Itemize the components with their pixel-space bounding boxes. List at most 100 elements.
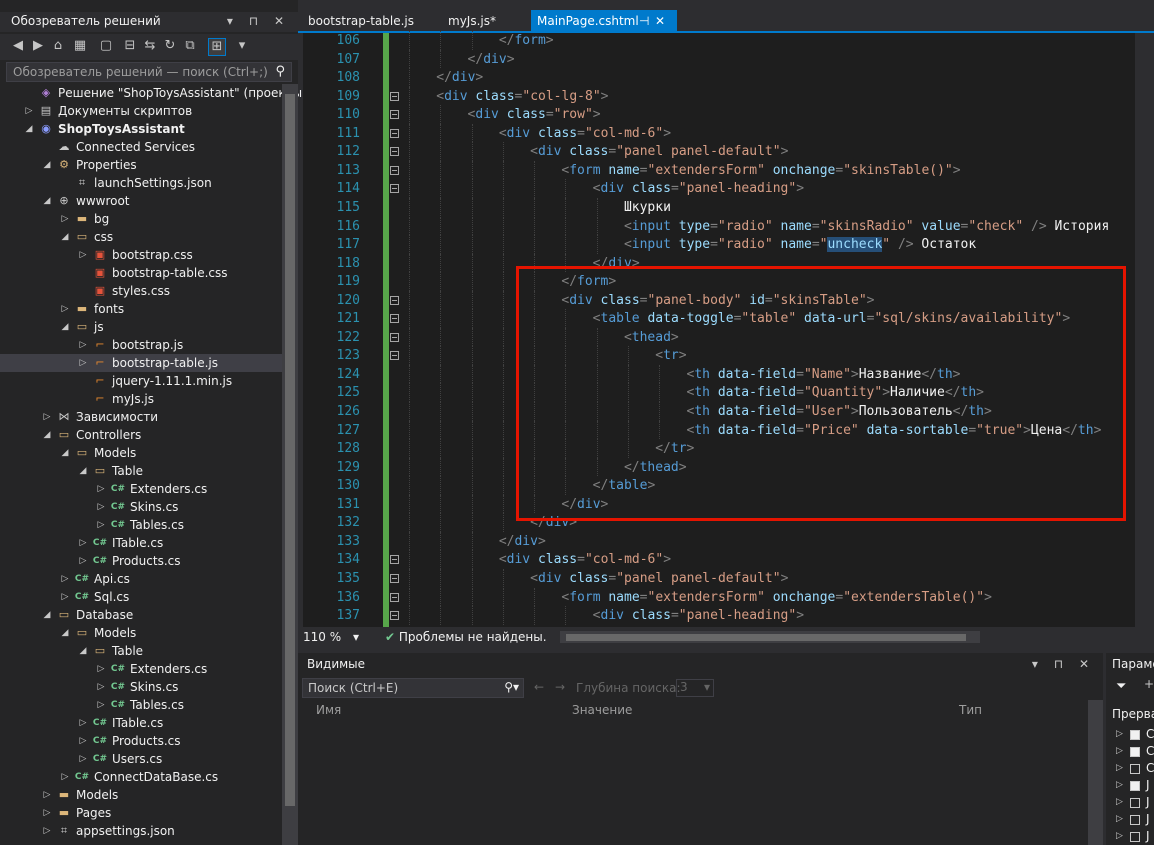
tree-item[interactable]: ▷ ▬ Models [0,786,282,804]
collapse-icon[interactable] [390,314,399,324]
preview-selected-icon[interactable]: ⊞ [208,38,226,56]
tree-item[interactable]: ☁ Connected Services [0,138,282,156]
editor-horizontal-scrollbar[interactable] [560,631,980,643]
collapsed-arrow-icon[interactable]: ▷ [78,336,88,354]
expanded-arrow-icon[interactable]: ◢ [42,156,52,174]
collapse-icon[interactable] [390,110,399,120]
tree-item[interactable]: ▷ ▤ Документы скриптов [0,102,282,120]
expanded-arrow-icon[interactable]: ◢ [42,426,52,444]
collapsed-arrow-icon[interactable]: ▷ [1116,746,1123,756]
code-line[interactable]: </div> [468,50,515,69]
collapsed-arrow-icon[interactable]: ▷ [1116,763,1123,773]
code-line[interactable]: <div class="panel panel-default"> [530,569,788,588]
tree-item[interactable]: ▷ ▬ fonts [0,300,282,318]
tree-item[interactable]: ◢ ◉ ShopToysAssistant [0,120,282,138]
code-line[interactable]: <div class="panel-heading"> [593,606,804,625]
tree-item[interactable]: ⌐ jquery-1.11.1.min.js [0,372,282,390]
tree-item[interactable]: ⌐ myJs.js [0,390,282,408]
code-line[interactable]: </form> [499,31,554,50]
breakpoint-checkbox[interactable] [1130,730,1140,740]
collapse-icon[interactable] [390,128,399,138]
expanded-arrow-icon[interactable]: ◢ [78,462,88,480]
column-name[interactable]: Имя [316,703,341,717]
tree-item[interactable]: ▷ C# Products.cs [0,552,282,570]
sync-icon[interactable]: ⇆ [142,38,158,54]
expanded-arrow-icon[interactable]: ◢ [60,228,70,246]
show-all-files-icon[interactable]: ⧉ [182,38,198,54]
tree-item[interactable]: ◢ ▭ Table [0,462,282,480]
collapsed-arrow-icon[interactable]: ▷ [60,588,70,606]
solution-explorer-search[interactable]: Обозреватель решений — поиск (Ctrl+;) ⚲ [6,62,292,82]
breakpoint-checkbox[interactable] [1130,798,1140,808]
breakpoint-checkbox[interactable] [1130,747,1140,757]
tab-myjs[interactable]: myJs.js* [440,10,538,32]
collapse-icon[interactable] [390,332,399,342]
collapse-icon[interactable] [390,611,399,621]
code-line[interactable]: Шкурки [624,198,671,217]
collapse-icon[interactable] [390,147,399,157]
collapse-icon[interactable] [390,592,399,602]
collapsed-arrow-icon[interactable]: ▷ [1116,831,1123,841]
properties-icon[interactable]: ▾ [234,38,250,54]
collapsed-arrow-icon[interactable]: ▷ [60,570,70,588]
tree-item[interactable]: ▷ C# Extenders.cs [0,660,282,678]
tree-item[interactable]: ◈ Решение "ShopToysAssistant" (проекты: 1… [0,84,336,102]
tree-item[interactable]: ▷ ⌐ bootstrap.js [0,336,282,354]
pin-icon[interactable]: ⊣ [639,10,649,32]
tab-mainpage-cshtml[interactable]: MainPage.cshtml ⊣ ✕ [531,10,677,32]
pending-changes-icon[interactable]: ▢ [98,38,114,54]
collapsed-arrow-icon[interactable]: ▷ [78,750,88,768]
tree-item[interactable]: ▷ C# Skins.cs [0,678,282,696]
collapsed-arrow-icon[interactable]: ▷ [42,408,52,426]
tree-item[interactable]: ◢ ▭ Table [0,642,282,660]
collapsed-arrow-icon[interactable]: ▷ [78,732,88,750]
forward-icon[interactable]: ▶ [30,38,46,54]
zoom-dropdown[interactable]: 110 % ▾ [303,630,363,646]
collapsed-arrow-icon[interactable]: ▷ [96,678,106,696]
code-line[interactable]: <div class="panel-heading"> [593,179,804,198]
code-line[interactable]: <div class="col-md-6"> [499,124,671,143]
tree-item[interactable]: ▣ bootstrap-table.css [0,264,282,282]
breakpoint-checkbox[interactable] [1130,815,1140,825]
collapsed-arrow-icon[interactable]: ▷ [78,246,88,264]
search-depth-select[interactable]: 3 ▾ [676,679,714,697]
close-icon[interactable]: ✕ [655,10,665,32]
column-value[interactable]: Значение [572,703,632,717]
collapse-icon[interactable] [390,351,399,361]
code-line[interactable]: <div class="col-md-6"> [499,550,671,569]
collapsed-arrow-icon[interactable]: ▷ [96,660,106,678]
collapsed-arrow-icon[interactable]: ▷ [1116,729,1123,739]
expanded-arrow-icon[interactable]: ◢ [60,624,70,642]
problems-indicator[interactable]: ✔ Проблемы не найдены. [385,630,547,644]
home-icon[interactable]: ⌂ [50,38,66,54]
code-line[interactable]: </div> [499,532,546,551]
code-line[interactable]: <form name="extendersForm" onchange="ext… [561,588,992,607]
tree-item[interactable]: ▷ C# Tables.cs [0,516,282,534]
column-type[interactable]: Тип [959,703,982,717]
refresh-icon[interactable]: ↻ [162,38,178,54]
expanded-arrow-icon[interactable]: ◢ [78,642,88,660]
collapsed-arrow-icon[interactable]: ▷ [78,714,88,732]
tree-item[interactable]: ▷ C# ITable.cs [0,714,282,732]
collapsed-arrow-icon[interactable]: ▷ [42,804,52,822]
autos-search[interactable]: Поиск (Ctrl+E) ⚲▾ [302,678,524,698]
expanded-arrow-icon[interactable]: ◢ [42,192,52,210]
collapsed-arrow-icon[interactable]: ▷ [1116,814,1123,824]
collapse-icon[interactable] [390,295,399,305]
code-line[interactable]: <div class="panel panel-default"> [530,142,788,161]
tree-item[interactable]: ◢ ▭ css [0,228,282,246]
tree-item[interactable]: ◢ ⊕ wwwroot [0,192,282,210]
collapsed-arrow-icon[interactable]: ▷ [96,516,106,534]
tree-item[interactable]: ⌗ launchSettings.json [0,174,282,192]
collapse-icon[interactable] [390,184,399,194]
expanded-arrow-icon[interactable]: ◢ [60,318,70,336]
tree-item[interactable]: ▷ C# Api.cs [0,570,282,588]
collapsed-arrow-icon[interactable]: ▷ [60,768,70,786]
collapsed-arrow-icon[interactable]: ▷ [96,696,106,714]
tree-item[interactable]: ▷ ▬ Pages [0,804,282,822]
tree-item[interactable]: ▷ C# Sql.cs [0,588,282,606]
breakpoint-checkbox[interactable] [1130,764,1140,774]
tree-item[interactable]: ◢ ▭ Database [0,606,282,624]
code-line[interactable]: <form name="extendersForm" onchange="ski… [561,161,960,180]
collapsed-arrow-icon[interactable]: ▷ [60,300,70,318]
